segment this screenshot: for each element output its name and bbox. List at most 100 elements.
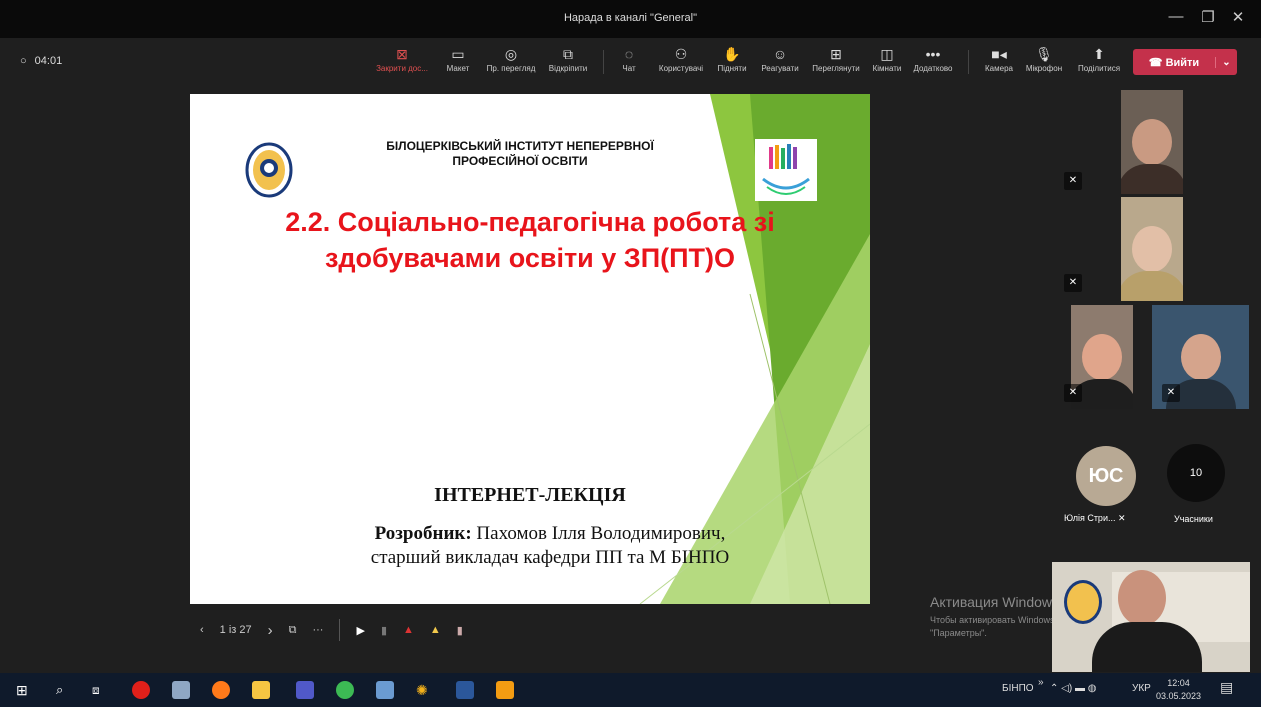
camera-button[interactable]: ■◂ Камера (980, 44, 1018, 73)
institute-name: БІЛОЦЕРКІВСЬКИЙ ІНСТИТУТ НЕПЕРЕРВНОЇ ПРО… (386, 139, 654, 168)
layout-icon: ▭ (451, 46, 465, 62)
minimize-icon[interactable]: — (1164, 8, 1188, 25)
more-icon[interactable]: ··· (312, 624, 323, 636)
mic-off-icon: ✕ (1064, 172, 1082, 190)
chat-icon: ◌ (624, 46, 634, 62)
institute-logo-icon (245, 142, 293, 198)
participant-body (1121, 164, 1183, 194)
author-block: Розробник: Пахомов Ілля Володимирович, с… (370, 523, 730, 568)
mic-off-icon: ✕ (1117, 513, 1126, 523)
presenter-view-button[interactable]: ◎ Пр. перегляд (480, 44, 542, 73)
next-slide-icon[interactable]: › (268, 622, 273, 639)
tray-icons[interactable]: ⌃ ◁) ▬ ◍ (1050, 683, 1096, 694)
app-icon[interactable] (496, 681, 514, 699)
lecture-heading: ІНТЕРНЕТ-ЛЕКЦІЯ (434, 484, 626, 506)
word-icon[interactable] (456, 681, 474, 699)
participant-video[interactable] (1121, 90, 1183, 194)
participants-count-button[interactable]: 10 (1167, 444, 1225, 502)
presenter-video[interactable] (1052, 562, 1250, 672)
chat-button[interactable]: ◌ Чат (614, 44, 644, 73)
controls-divider (339, 619, 341, 641)
participants-label: Учасники (1174, 514, 1213, 524)
highlighter-icon[interactable]: ▲ (430, 624, 441, 636)
tray-label[interactable]: БІНПО (1002, 683, 1034, 694)
toolbar-divider (968, 50, 969, 74)
chevron-icon[interactable]: » (1038, 677, 1044, 688)
camera-icon: ■◂ (991, 46, 1007, 62)
participant-body (1121, 271, 1183, 301)
pen-black-icon[interactable]: ▮ (381, 624, 387, 637)
raise-hand-button[interactable]: ✋ Підняти (712, 44, 752, 73)
shared-slide: БІЛОЦЕРКІВСЬКИЙ ІНСТИТУТ НЕПЕРЕРВНОЇ ПРО… (190, 94, 870, 604)
react-button[interactable]: ☺ Реагувати (756, 44, 804, 73)
slide-title: 2.2. Соціально-педагогічна робота зі здо… (285, 207, 775, 273)
participant-face (1082, 334, 1122, 381)
bookshelf-logo-icon (755, 139, 817, 201)
slides-overview-icon[interactable]: ⧉ (289, 624, 297, 637)
participant-face (1132, 226, 1172, 273)
participant-name: Юлія Стри... ✕ (1064, 513, 1126, 523)
close-share-icon: ⊠ (396, 46, 408, 62)
chrome-icon[interactable] (336, 681, 354, 699)
share-icon: ⬆ (1093, 46, 1105, 62)
pen-red-icon[interactable]: ▲ (403, 624, 414, 636)
language-indicator[interactable]: УКР (1132, 683, 1151, 694)
institute-logo-icon (1064, 580, 1102, 624)
leave-label: ☎ Вийти (1148, 56, 1200, 69)
phone-icon: ☎ (1148, 56, 1166, 69)
share-button[interactable]: ⬆ Поділитися (1072, 44, 1126, 73)
layout-button[interactable]: ▭ Макет (440, 44, 476, 73)
app-icon[interactable] (172, 681, 190, 699)
popout-icon: ⧉ (563, 46, 573, 62)
close-icon[interactable]: ✕ (1226, 8, 1250, 26)
presenter-controls: ‹ 1 із 27 › ⧉ ··· ▶ ▮ ▲ ▲ ▮ (200, 617, 463, 643)
presenter-body (1092, 622, 1202, 672)
mic-icon: 🎙 (1035, 46, 1053, 62)
app-icon[interactable] (376, 681, 394, 699)
meeting-timer: ○ 04:01 (20, 55, 63, 67)
chevron-down-icon[interactable]: ⌄ (1215, 56, 1237, 68)
windows-taskbar: ⊞ ⌕ ⧈ ✺ БІНПО » ⌃ ◁) ▬ ◍ УКР 12:04 03.05… (0, 673, 1261, 707)
toolbar-divider (603, 50, 604, 74)
meeting-toolbar: ○ 04:01 ⊠ Закрити дос... ▭ Макет ◎ Пр. п… (0, 38, 1261, 86)
hand-icon: ✋ (723, 46, 741, 62)
eraser-icon[interactable]: ▮ (457, 624, 463, 637)
smile-icon: ☺ (772, 46, 788, 62)
app-icon[interactable]: ✺ (416, 681, 434, 699)
task-view-icon[interactable]: ⧈ (92, 681, 110, 699)
mic-off-icon: ✕ (1064, 384, 1082, 402)
participant-face (1180, 334, 1221, 381)
pointer-icon[interactable]: ▶ (356, 624, 364, 637)
mic-off-icon: ✕ (1162, 384, 1180, 402)
participant-video[interactable] (1121, 197, 1183, 301)
rooms-button[interactable]: ◫ Кімнати (868, 44, 906, 73)
avatar[interactable]: ЮС (1076, 446, 1136, 506)
view-button[interactable]: ⊞ Переглянути (806, 44, 866, 73)
participant-face (1132, 119, 1172, 166)
page-indicator: 1 із 27 (219, 624, 252, 636)
rooms-icon: ◫ (880, 46, 894, 62)
more-button[interactable]: ••• Додатково (906, 44, 960, 73)
grid-icon: ⊞ (830, 46, 842, 62)
popout-button[interactable]: ⧉ Відкріпити (544, 44, 592, 73)
teams-icon[interactable] (296, 681, 314, 699)
more-icon: ••• (925, 46, 941, 62)
shield-icon: ○ (20, 55, 27, 67)
stop-sharing-button[interactable]: ⊠ Закрити дос... (372, 44, 432, 73)
maximize-icon[interactable]: ❐ (1196, 8, 1220, 26)
presenter-face (1118, 570, 1166, 626)
window-title: Нарада в каналі "General" (563, 12, 697, 24)
search-icon[interactable]: ⌕ (56, 681, 74, 699)
clock[interactable]: 12:04 03.05.2023 (1156, 677, 1201, 703)
notifications-icon[interactable]: ▤ (1220, 679, 1233, 696)
prev-slide-icon[interactable]: ‹ (200, 624, 204, 636)
windows-start-icon[interactable]: ⊞ (16, 681, 34, 699)
file-explorer-icon[interactable] (252, 681, 270, 699)
people-button[interactable]: ⚇ Користувачі (652, 44, 710, 73)
eye-icon: ◎ (504, 46, 518, 62)
people-icon: ⚇ (674, 46, 688, 62)
mic-button[interactable]: 🎙 Мікрофон (1020, 44, 1068, 73)
firefox-icon[interactable] (212, 681, 230, 699)
leave-button[interactable]: ☎ Вийти ⌄ (1133, 49, 1237, 75)
opera-icon[interactable] (132, 681, 150, 699)
